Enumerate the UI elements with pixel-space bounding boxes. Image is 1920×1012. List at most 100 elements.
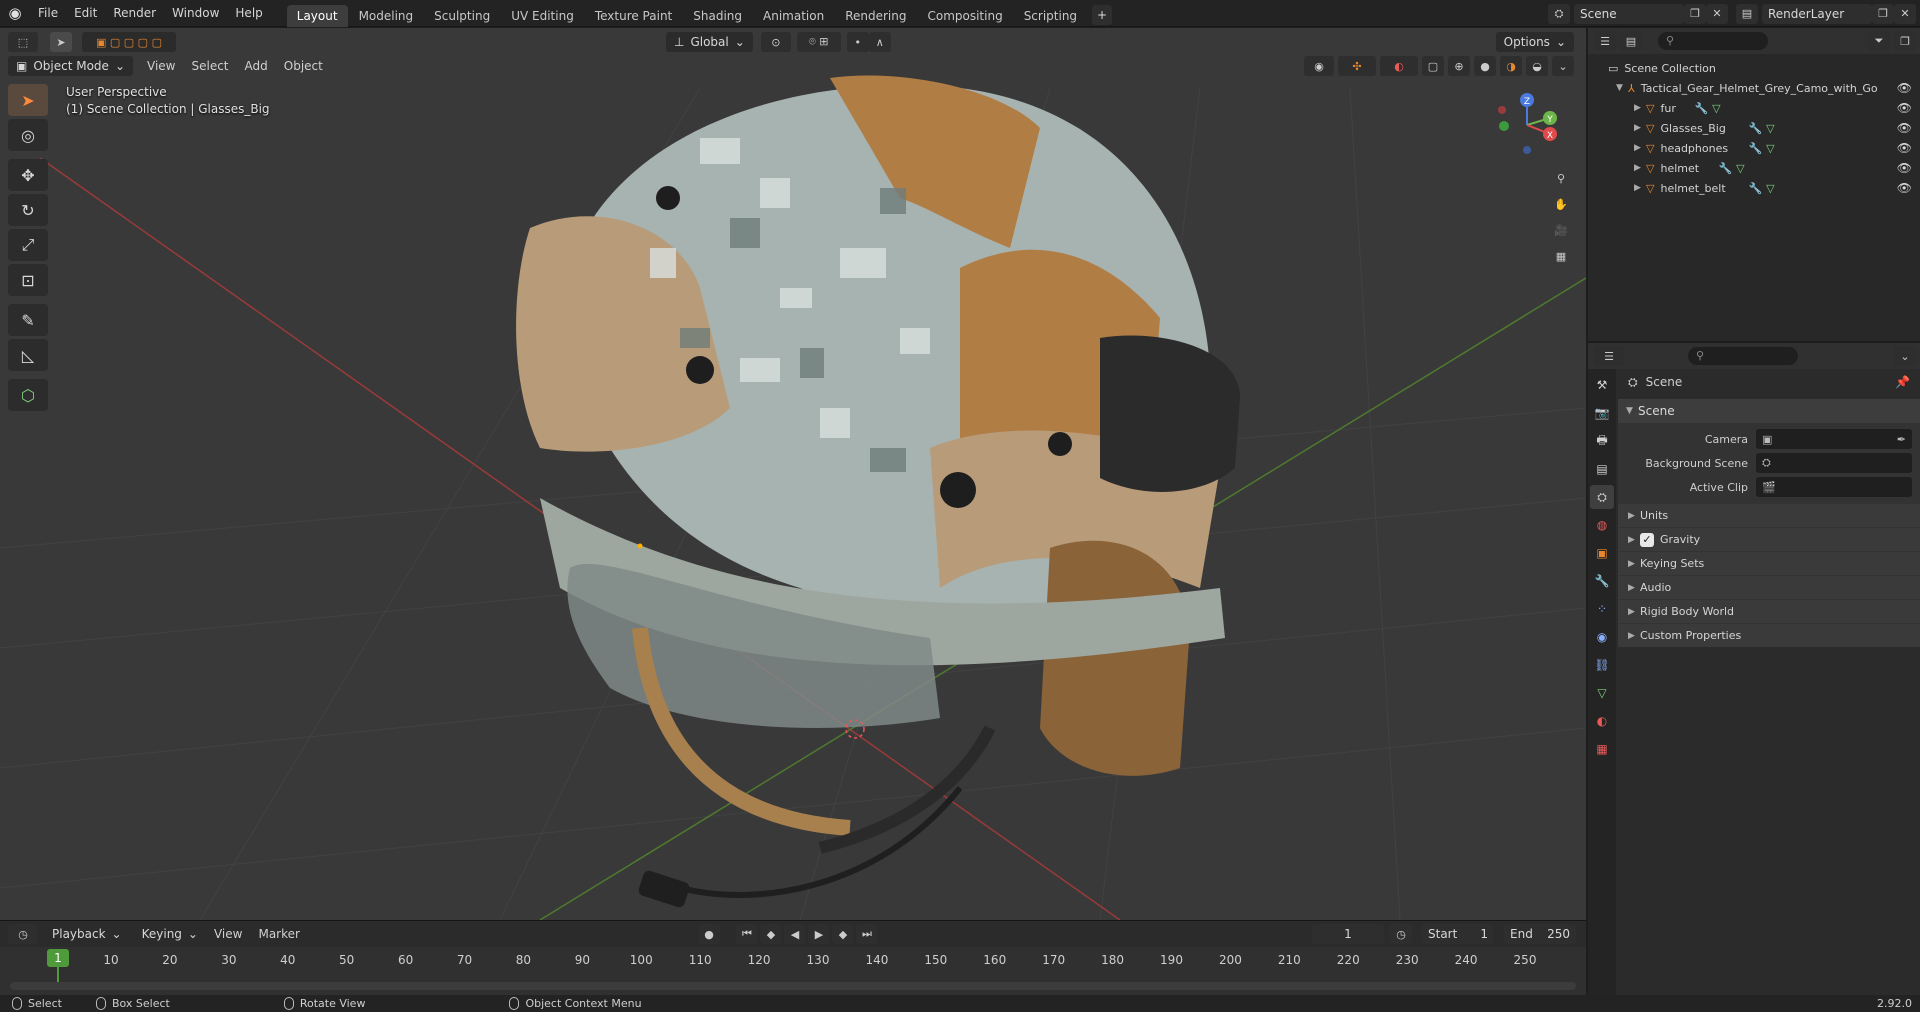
play-icon[interactable]: ▶ [808,924,830,944]
timeline-menu-marker[interactable]: Marker [250,927,307,941]
tab-animation[interactable]: Animation [753,5,834,27]
3d-viewport[interactable]: ⬚ ➤ ▣ ▢ ▢ ▢ ▢ ⊥ Global ⌄ ⊙ ⌾ ⊞ • ∧ Options… [0,28,1586,920]
select-tool-icon[interactable]: ➤ [8,84,48,116]
outliner-editor-icon[interactable]: ☰ [1594,31,1616,51]
expand-right-icon[interactable]: ▶ [1634,103,1646,113]
rotate-tool-icon[interactable]: ↻ [8,194,48,226]
perspective-grid-icon[interactable]: ▦ [1550,246,1572,266]
tab-texture-paint[interactable]: Texture Paint [585,5,682,27]
eye-icon[interactable]: 👁 [1897,101,1912,115]
pivot-icon[interactable]: ⊙ [760,32,791,52]
add-cube-tool-icon[interactable]: ⬡ [8,379,48,411]
physics-props-icon[interactable]: ◉ [1590,625,1614,649]
cursor-tool-icon[interactable]: ◎ [8,119,48,151]
outliner-item-headphones[interactable]: ▶ ▽ headphones 🔧 ▽ 👁 [1588,138,1920,158]
eye-icon[interactable]: 👁 [1897,81,1912,95]
tab-modeling[interactable]: Modeling [349,5,424,27]
falloff-icon[interactable]: ∧ [868,32,891,52]
scene-copy-icon[interactable]: ❐ [1684,3,1706,24]
scene-props-icon[interactable]: ⛭ [1590,485,1614,509]
eye-icon[interactable]: 👁 [1897,161,1912,175]
xray-icon[interactable]: ▢ [1422,56,1444,76]
scene-section-header[interactable]: ▼ Scene [1618,399,1920,423]
eyedropper-icon[interactable]: ✒ [1897,433,1906,446]
start-frame-field[interactable]: Start 1 [1422,924,1494,944]
wireframe-shading-icon[interactable]: ⊕ [1448,56,1470,76]
tab-uv-editing[interactable]: UV Editing [501,5,584,27]
tab-scripting[interactable]: Scripting [1014,5,1087,27]
end-frame-field[interactable]: End 250 [1504,924,1576,944]
scene-browse-icon[interactable]: ⛭ [1548,3,1570,24]
object-mode-dropdown[interactable]: ▣ Object Mode ⌄ [8,56,133,76]
menu-help[interactable]: Help [227,0,270,27]
menu-add[interactable]: Add [237,59,276,73]
add-workspace-button[interactable]: + [1092,4,1113,25]
timeline-scrollbar[interactable] [10,982,1576,990]
display-mode-icon[interactable]: ▤ [1620,31,1642,51]
transform-tool-icon[interactable]: ⊡ [8,264,48,296]
menu-file[interactable]: File [30,0,66,27]
viewlayer-copy-icon[interactable]: ❐ [1872,3,1894,24]
outliner-item-helmet[interactable]: ▶ ▽ helmet 🔧 ▽ 👁 [1588,158,1920,178]
properties-editor-icon[interactable]: ☰ [1594,346,1624,366]
tab-sculpting[interactable]: Sculpting [424,5,500,27]
viewlayer-name-field[interactable]: RenderLayer [1762,3,1872,24]
collection-row[interactable]: ▼ ⅄ Tactical_Gear_Helmet_Grey_Camo_with_… [1588,78,1920,98]
modifier-props-icon[interactable]: 🔧 [1590,569,1614,593]
tab-compositing[interactable]: Compositing [917,5,1012,27]
outliner-search-input[interactable]: ⚲ [1658,32,1768,50]
tab-rendering[interactable]: Rendering [835,5,916,27]
output-props-icon[interactable]: 🖶 [1590,429,1614,453]
menu-object[interactable]: Object [276,59,331,73]
pin-icon[interactable]: 📌 [1895,375,1910,389]
tab-layout[interactable]: Layout [286,4,348,27]
move-tool-icon[interactable]: ✥ [8,159,48,191]
view-layer-props-icon[interactable]: ▤ [1590,457,1614,481]
expand-right-icon[interactable]: ▶ [1634,123,1646,133]
timeline-menu-view[interactable]: View [206,927,250,941]
jump-start-icon[interactable]: ⏮ [736,924,758,944]
eye-icon[interactable]: 👁 [1897,181,1912,195]
properties-search-input[interactable]: ⚲ [1688,347,1798,365]
object-props-icon[interactable]: ▣ [1590,541,1614,565]
gravity-section[interactable]: ▶ ✓ Gravity [1618,527,1920,551]
pan-hand-icon[interactable]: ✋ [1550,194,1572,214]
viewlayer-close-icon[interactable]: ✕ [1894,3,1916,24]
scene-collection-row[interactable]: ▭ Scene Collection [1588,58,1920,78]
record-icon[interactable]: ● [698,924,720,944]
outliner-item-glasses-big[interactable]: ▶ ▽ Glasses_Big 🔧 ▽ 👁 [1588,118,1920,138]
material-shading-icon[interactable]: ◑ [1500,56,1522,76]
solid-shading-icon[interactable]: ● [1474,56,1496,76]
camera-view-icon[interactable]: 🎥 [1550,220,1572,240]
menu-select[interactable]: Select [183,59,236,73]
current-frame-field[interactable]: 1 [1312,924,1384,944]
audio-section[interactable]: ▶ Audio [1618,575,1920,599]
expand-right-icon[interactable]: ▶ [1634,183,1646,193]
material-props-icon[interactable]: ◐ [1590,709,1614,733]
timeline-ruler[interactable]: 10 20 30 40 50 60 70 80 90 100 110 120 130 140 150 160 1… [0,947,1586,996]
play-reverse-icon[interactable]: ◀ [784,924,806,944]
expand-right-icon[interactable]: ▶ [1634,163,1646,173]
timeline-editor-icon[interactable]: ◷ [8,924,38,944]
keying-dropdown[interactable]: Keying ⌄ [133,924,206,944]
texture-props-icon[interactable]: ▦ [1590,737,1614,761]
editor-type-icon[interactable]: ⬚ [8,32,38,52]
constraints-props-icon[interactable]: ⛓ [1590,653,1614,677]
keying-sets-section[interactable]: ▶ Keying Sets [1618,551,1920,575]
active-clip-field[interactable]: 🎬 [1756,477,1912,497]
filter-icon[interactable]: ⏷ [1868,31,1890,51]
zoom-icon[interactable]: ⚲ [1550,168,1572,188]
particles-props-icon[interactable]: ⁘ [1590,597,1614,621]
tweak-tool-icon[interactable]: ➤ [50,32,72,52]
new-collection-icon[interactable]: ❐ [1894,31,1916,51]
properties-options-chevron-icon[interactable]: ⌄ [1894,346,1916,366]
scene-name-field[interactable]: Scene [1574,3,1684,24]
rendered-shading-icon[interactable]: ◒ [1526,56,1548,76]
expand-right-icon[interactable]: ▶ [1634,143,1646,153]
snap-icon[interactable]: ⌾ ⊞ [796,32,841,52]
viewlayer-browse-icon[interactable]: ▤ [1736,3,1758,24]
world-props-icon[interactable]: ◍ [1590,513,1614,537]
proportional-edit-icon[interactable]: • [846,32,869,52]
units-section[interactable]: ▶ Units [1618,503,1920,527]
measure-tool-icon[interactable]: ◺ [8,339,48,371]
